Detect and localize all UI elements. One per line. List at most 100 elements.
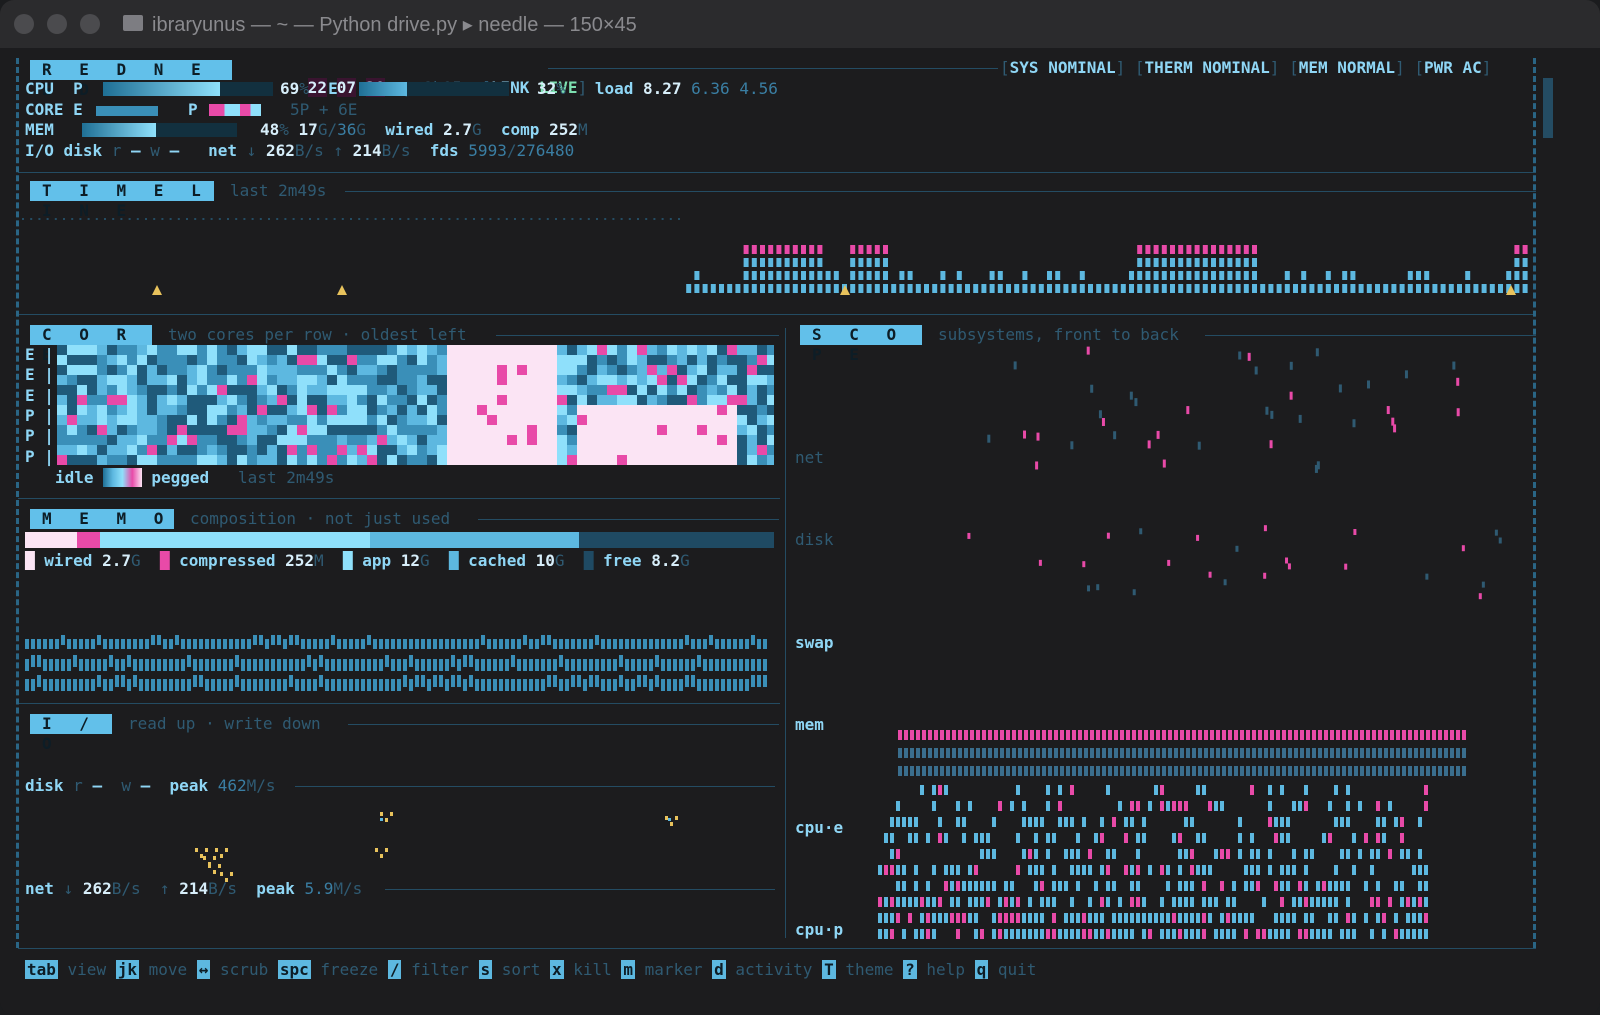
cores-heatmap[interactable] <box>57 345 774 467</box>
scope-mem-cell <box>1198 766 1202 776</box>
footer-key[interactable]: d <box>712 960 726 979</box>
core-heat-cell <box>767 365 774 375</box>
core-heat-cell <box>507 355 517 365</box>
scope-mem-cell <box>1246 748 1250 758</box>
scope-cpu-cell <box>1406 929 1410 939</box>
scope-net-mark <box>1456 377 1460 386</box>
timeline-cell <box>751 284 757 293</box>
timeline-cell <box>883 258 888 267</box>
core-heat-cell <box>727 345 737 355</box>
scope-cpu-cell <box>944 881 948 891</box>
core-heat-cell <box>237 425 247 435</box>
footer-key[interactable]: ↔ <box>196 960 211 979</box>
core-heat-cell <box>207 445 217 455</box>
scope-mem-cell <box>1342 766 1346 776</box>
scope-cpu-cell <box>1070 785 1074 795</box>
scope-mem-cell <box>1138 766 1142 776</box>
scope-mem-cell <box>1156 748 1160 758</box>
timeline-cell <box>866 258 872 267</box>
scope-mem-cell <box>1072 748 1076 758</box>
core-heat-cell <box>337 405 347 415</box>
memory-history-cell <box>727 679 731 691</box>
core-heat-cell <box>457 415 467 425</box>
scope-mem-cell <box>1024 766 1028 776</box>
timeline-marker[interactable] <box>152 285 162 295</box>
core-heat-cell <box>237 455 247 465</box>
timeline-marker[interactable] <box>840 285 850 295</box>
timeline-marker[interactable] <box>337 285 347 295</box>
scope-mem-cell <box>1066 730 1070 740</box>
core-heat-cell <box>477 345 487 355</box>
core-heat-cell <box>487 455 497 465</box>
minimize-button[interactable] <box>47 14 67 34</box>
core-heat-cell <box>697 455 707 465</box>
scope-cpu-cell <box>1256 929 1260 939</box>
core-heat-cell <box>217 345 227 355</box>
core-heat-cell <box>677 365 687 375</box>
core-heat-cell <box>307 455 317 465</box>
scrollbar[interactable] <box>1543 78 1553 938</box>
scope-cpu-cell <box>1124 833 1128 843</box>
memory-history-cell <box>445 679 449 691</box>
scope-cpu-cell <box>1340 849 1344 859</box>
memory-history-cell <box>139 679 143 691</box>
footer-key[interactable]: x <box>549 960 564 979</box>
footer-key[interactable]: tab <box>25 960 58 979</box>
core-heat-cell <box>757 455 767 465</box>
footer-key[interactable]: T <box>822 960 836 979</box>
scope-mem-cell <box>958 766 962 776</box>
terminal-content[interactable]: R E D N E E D L E 22 07 20 up 9h05m [LIN… <box>0 48 1600 1015</box>
memory-history-cell <box>451 655 455 667</box>
core-heat-cell <box>227 455 237 465</box>
zoom-button[interactable] <box>80 14 100 34</box>
core-heat-cell <box>197 415 207 425</box>
scope-mem-cell <box>1192 766 1196 776</box>
memory-history-cell <box>73 655 77 667</box>
core-heat-cell <box>647 445 657 455</box>
scope-waterfall[interactable] <box>850 345 1530 940</box>
scope-cpu-cell <box>1196 929 1200 939</box>
memory-history-cell <box>739 679 743 691</box>
core-heat-cell <box>387 455 397 465</box>
scope-mem-cell <box>1372 730 1376 740</box>
scope-mem-cell <box>1084 748 1088 758</box>
core-heat-cell <box>237 365 247 375</box>
scope-mem-cell <box>922 748 926 758</box>
footer-action: quit <box>988 960 1047 979</box>
timeline-cell <box>817 258 823 267</box>
timeline-dot <box>505 218 508 220</box>
memory-title: M E M O R Y <box>30 509 174 548</box>
memory-history-cell <box>667 659 671 671</box>
scope-cpu-cell <box>1358 801 1362 811</box>
footer-key[interactable]: spc <box>277 960 311 979</box>
core-heat-cell <box>97 385 107 395</box>
memory-history-cell <box>529 659 533 671</box>
memory-history-cell <box>433 659 437 671</box>
scope-mem-cell <box>1270 748 1274 758</box>
core-heat-cell <box>737 455 747 465</box>
footer-key[interactable]: m <box>621 960 636 979</box>
scope-cpu-cell <box>1112 849 1116 859</box>
scope-cpu-cell <box>896 881 900 891</box>
footer-key[interactable]: s <box>478 960 493 979</box>
scope-mem-cell <box>1348 748 1352 758</box>
core-heat-cell <box>57 365 67 375</box>
core-heat-cell <box>757 385 767 395</box>
scope-cpu-cell <box>1160 929 1164 939</box>
memory-history-cell <box>217 639 221 649</box>
core-heat-cell <box>537 365 547 375</box>
scope-cpu-cell <box>932 865 936 875</box>
legend-swatch: █ <box>583 551 604 570</box>
footer-key[interactable]: jk <box>115 960 139 979</box>
footer-key[interactable]: ? <box>903 960 917 979</box>
scope-mem-cell <box>1042 730 1046 740</box>
scope-cpu-cell <box>1352 913 1356 923</box>
timeline-cell <box>1342 271 1348 280</box>
timeline-cell <box>1243 271 1249 280</box>
timeline-chart[interactable] <box>22 198 1534 308</box>
timeline-cell <box>817 271 823 280</box>
footer-key[interactable]: / <box>387 960 402 979</box>
memory-history-cell <box>385 639 389 649</box>
close-button[interactable] <box>14 14 34 34</box>
footer-key[interactable]: q <box>974 960 989 979</box>
